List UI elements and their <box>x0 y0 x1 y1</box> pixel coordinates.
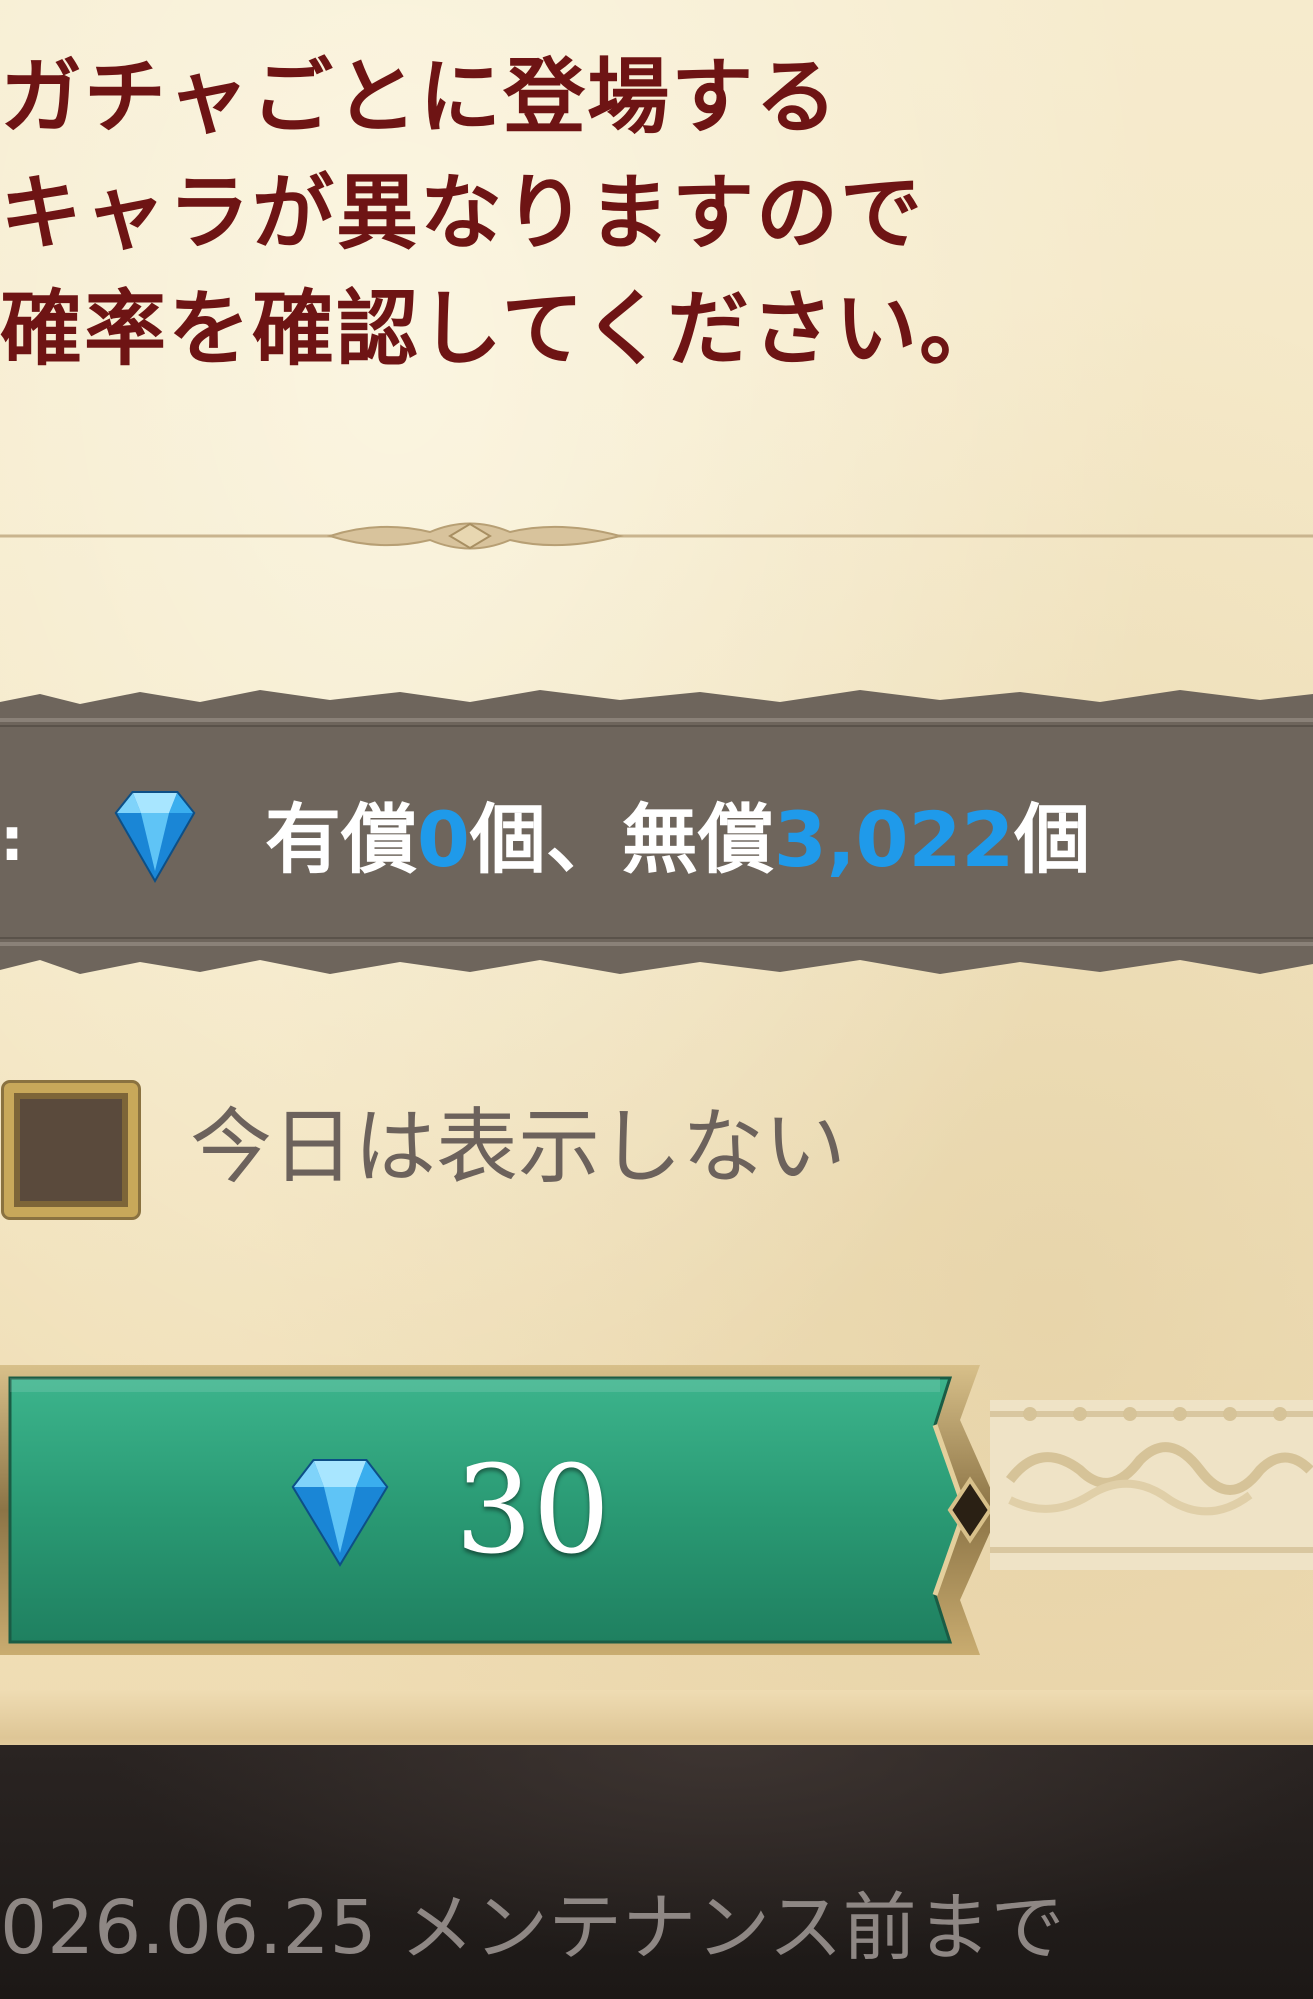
ornament-divider <box>0 522 1313 550</box>
notice-line-3: 確率を確認してください。 <box>0 282 1004 377</box>
free-label: 無償 <box>621 795 774 884</box>
paid-label: 有償 <box>265 795 417 884</box>
gacha-period-text: 026.06.25 メンテナンス前まで <box>0 1885 1065 1971</box>
balance-label-fragment: : <box>0 805 24 875</box>
gem-balance-text: 有償0個、無償3,022個 <box>265 790 1090 890</box>
dont-show-today-checkbox[interactable] <box>4 1083 138 1217</box>
gacha-confirm-dialog: ガチャごとに登場する キャラが異なりますので 確率を確認してください。 : 有償… <box>0 0 1313 1999</box>
unit-label: 個 <box>1014 795 1091 884</box>
notice-line-2: キャラが異なりますので <box>0 166 925 261</box>
gem-icon <box>114 791 196 884</box>
ornament-frame <box>990 1400 1313 1570</box>
dont-show-today-label[interactable]: 今日は表示しない <box>190 1093 846 1203</box>
unit-label: 個、 <box>469 795 622 884</box>
free-count: 3,022 <box>773 795 1015 884</box>
paid-count: 0 <box>417 795 470 884</box>
notice-text: ガチャごとに登場する キャラが異なりますので 確率を確認してください。 <box>0 40 1200 388</box>
notice-line-1: ガチャごとに登場する <box>0 50 840 145</box>
gem-icon <box>291 1459 389 1567</box>
gacha-cost: 30 <box>455 1439 611 1581</box>
